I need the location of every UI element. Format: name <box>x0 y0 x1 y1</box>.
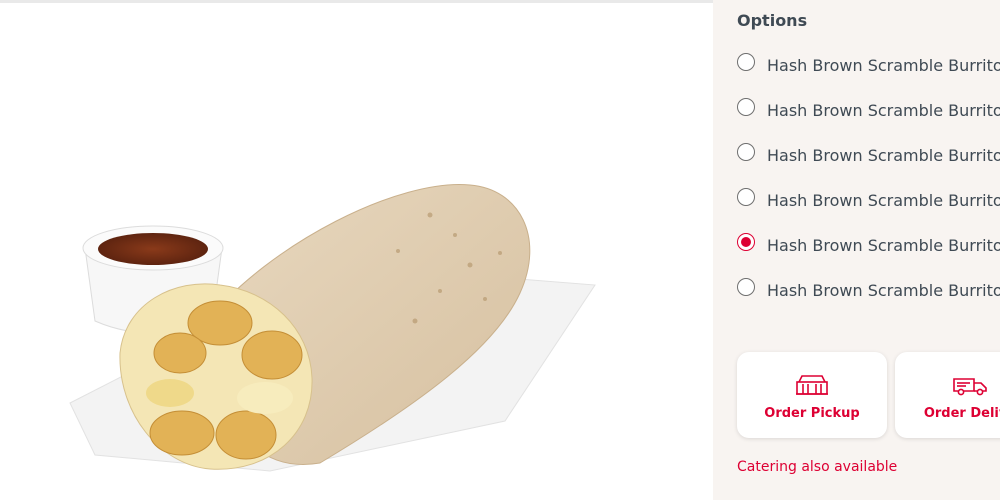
order-pickup-button[interactable]: Order Pickup <box>737 352 887 438</box>
order-delivery-button[interactable]: Order Delive <box>895 352 1000 438</box>
catering-link[interactable]: Catering also available <box>737 459 897 475</box>
options-panel: Options Hash Brown Scramble Burrito w Ha… <box>713 0 1000 500</box>
radio-button[interactable] <box>737 143 755 161</box>
product-image <box>0 3 713 500</box>
radio-button[interactable] <box>737 188 755 206</box>
option-5[interactable]: Hash Brown Scramble Burrito w <box>737 233 1000 259</box>
radio-button[interactable] <box>737 278 755 296</box>
delivery-truck-icon <box>952 374 988 400</box>
burrito-photo <box>69 183 596 472</box>
option-label: Hash Brown Scramble Burrito w <box>767 236 1000 255</box>
storefront-icon <box>795 374 829 400</box>
radio-button[interactable] <box>737 98 755 116</box>
option-1[interactable]: Hash Brown Scramble Burrito w <box>737 53 1000 79</box>
option-label: Hash Brown Scramble Burrito w <box>767 56 1000 75</box>
option-4[interactable]: Hash Brown Scramble Burrito w <box>737 188 1000 214</box>
option-2[interactable]: Hash Brown Scramble Burrito w <box>737 98 1000 124</box>
option-label: Hash Brown Scramble Burrito w <box>767 146 1000 165</box>
option-label: Hash Brown Scramble Burrito w <box>767 281 1000 300</box>
options-heading: Options <box>737 11 808 30</box>
radio-button[interactable] <box>737 53 755 71</box>
order-pickup-label: Order Pickup <box>764 406 860 421</box>
option-6[interactable]: Hash Brown Scramble Burrito w <box>737 278 1000 304</box>
option-label: Hash Brown Scramble Burrito w <box>767 191 1000 210</box>
option-label: Hash Brown Scramble Burrito w <box>767 101 1000 120</box>
order-delivery-label: Order Delive <box>923 406 1000 421</box>
radio-button-selected[interactable] <box>737 233 755 251</box>
option-3[interactable]: Hash Brown Scramble Burrito w <box>737 143 1000 169</box>
